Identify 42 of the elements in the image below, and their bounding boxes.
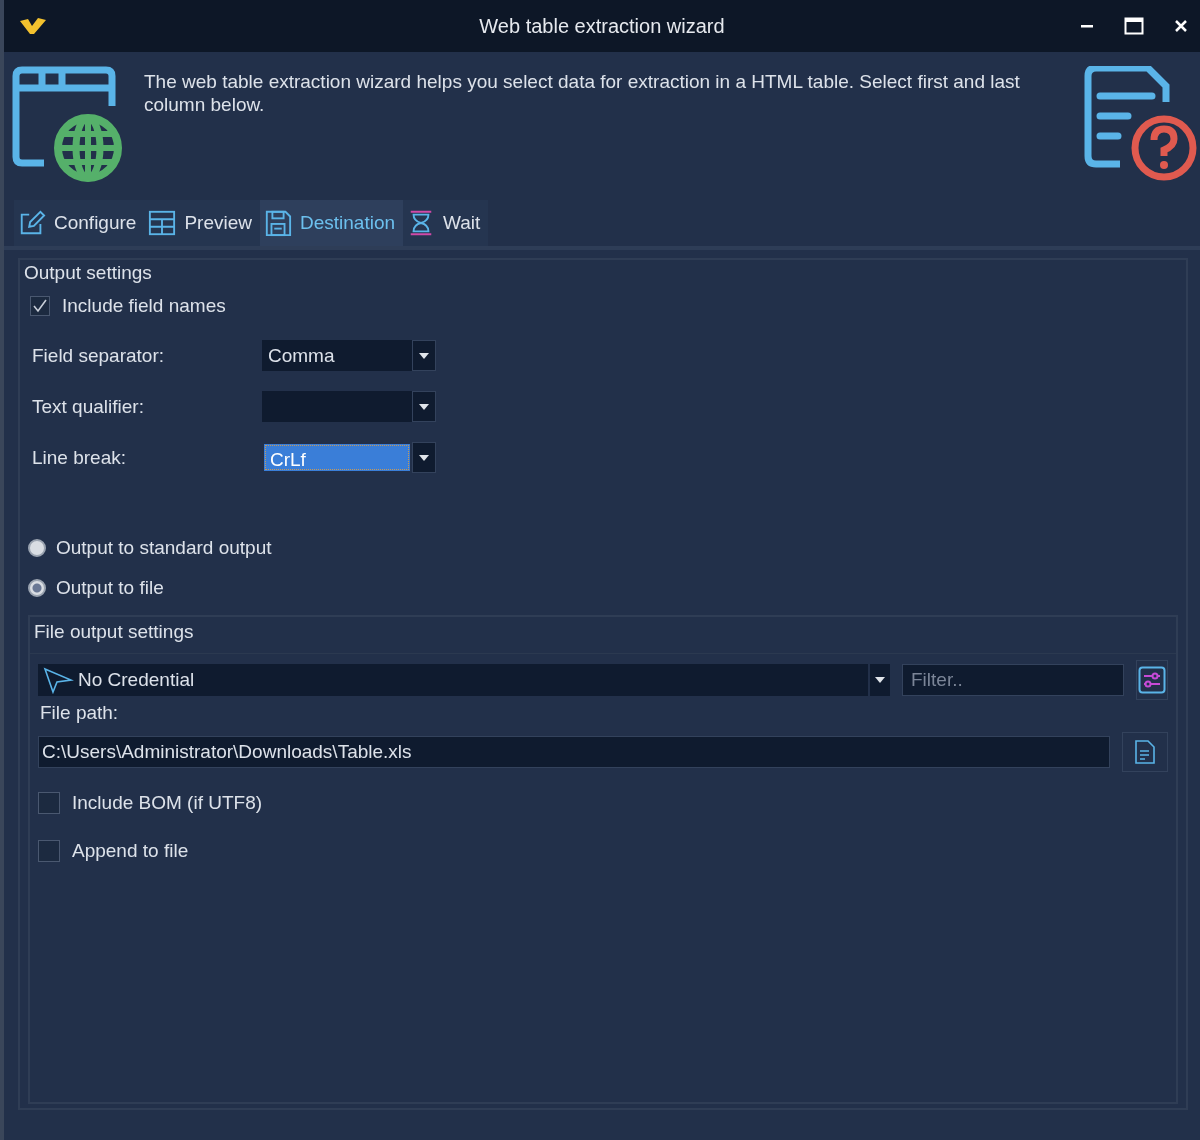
close-icon[interactable] — [1174, 19, 1188, 33]
document-help-icon — [1082, 66, 1198, 182]
browse-button[interactable] — [1122, 732, 1168, 772]
checkbox[interactable] — [38, 792, 60, 814]
checkbox[interactable] — [38, 840, 60, 862]
tab[interactable]: Preview — [144, 200, 260, 246]
field-label: Line break: — [32, 446, 127, 469]
caret-icon[interactable] — [419, 454, 429, 461]
logo-icon — [18, 16, 48, 36]
document-icon — [1134, 739, 1157, 765]
field-label: File path: — [40, 702, 120, 724]
edit-icon — [18, 209, 46, 237]
section-title: File output settings — [30, 617, 1176, 654]
radio-label: Output to standard output — [56, 537, 272, 559]
caret-icon[interactable] — [419, 352, 429, 359]
field-label: Text qualifier: — [32, 395, 145, 418]
tab[interactable]: Destination — [259, 200, 404, 246]
file-path-field[interactable]: C:\Users\Administrator\Downloads\Table.xls — [38, 736, 1111, 768]
tab[interactable]: Wait — [403, 200, 489, 246]
table-icon — [148, 209, 177, 237]
window-title: Web table extraction wizard — [479, 14, 725, 38]
description-text: The web table extraction wizard helps you select data for extraction in a HTML table. Select first and last column below. — [144, 70, 1021, 116]
field-label: Field separator: — [32, 344, 165, 367]
radio-label: Output to file — [56, 577, 164, 599]
tab[interactable]: Configure — [14, 200, 145, 246]
settings-button[interactable] — [1136, 660, 1168, 700]
caret-icon[interactable] — [419, 403, 429, 410]
credential-dropdown[interactable]: No Credential — [38, 664, 890, 696]
checkbox-label: Include BOM (if UTF8) — [72, 792, 263, 814]
radio-button[interactable] — [28, 579, 46, 597]
checkbox-label: Append to file — [72, 840, 189, 862]
maximize-icon[interactable] — [1124, 17, 1144, 35]
save-icon — [263, 209, 292, 237]
section-title: Output settings — [24, 262, 153, 285]
pointer-icon — [42, 666, 74, 694]
filter-field[interactable]: Filter.. — [902, 664, 1124, 696]
check-icon — [32, 298, 48, 314]
sliders-icon — [1138, 666, 1166, 694]
checkbox-label: Include field names — [62, 295, 226, 317]
caret-icon[interactable] — [875, 677, 885, 683]
checkbox[interactable] — [30, 296, 50, 316]
radio-button[interactable] — [28, 539, 46, 557]
